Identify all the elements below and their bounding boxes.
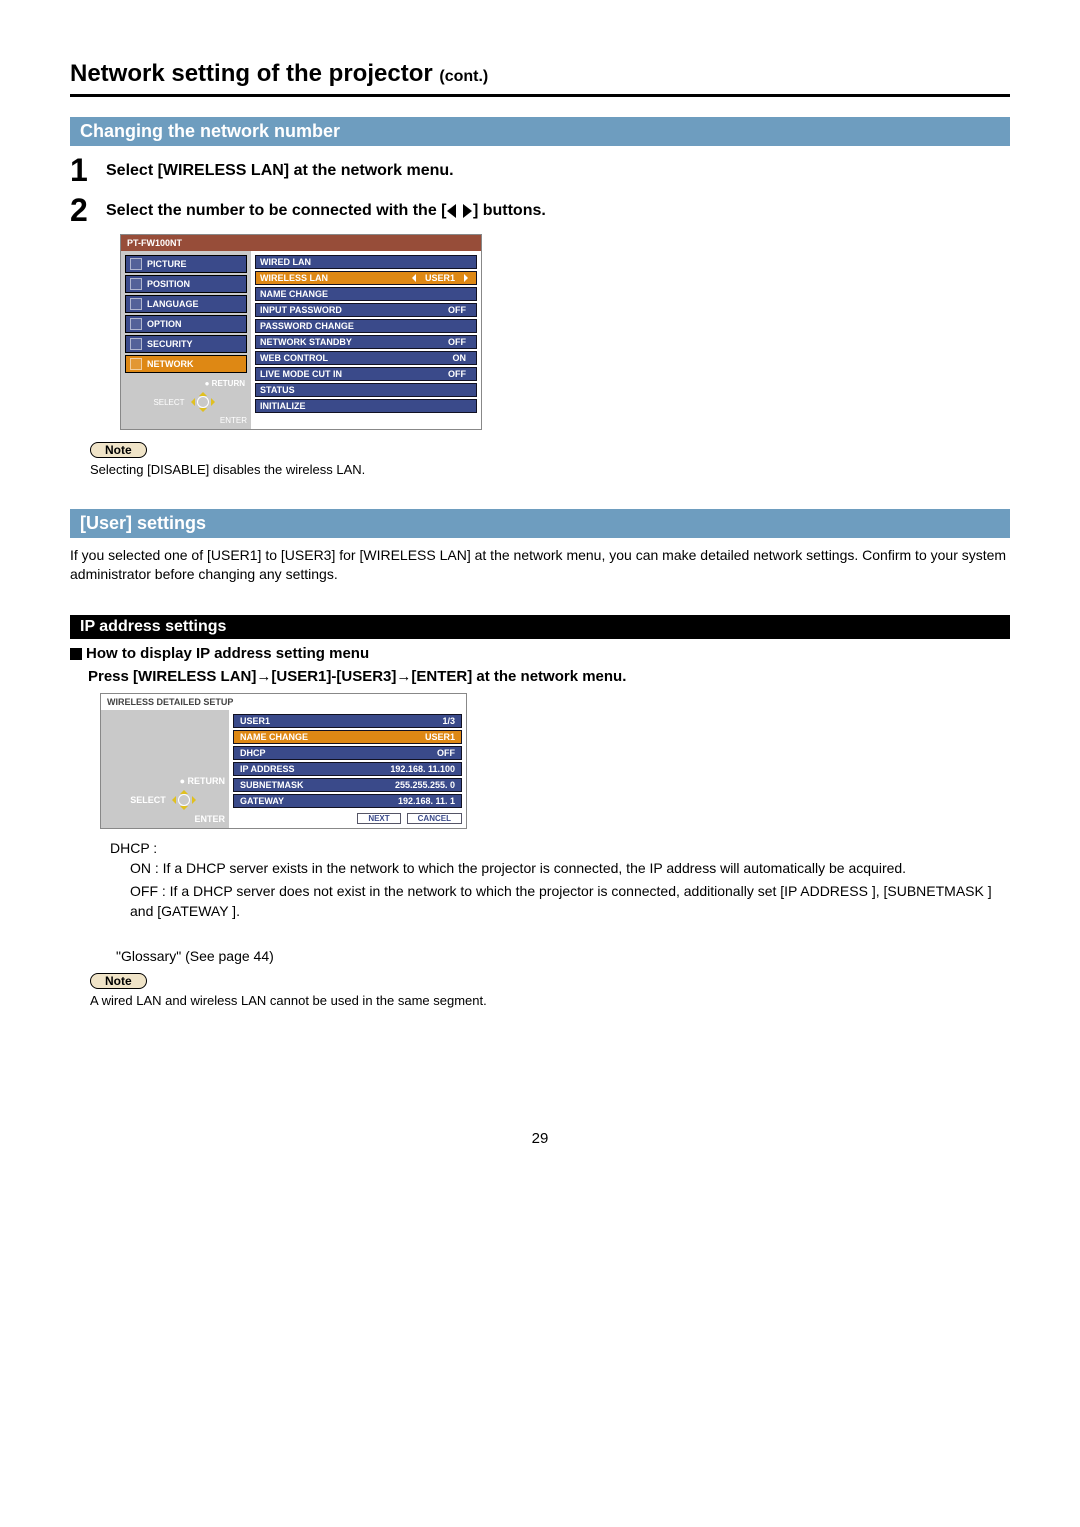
osd1-item-language: LANGUAGE [125, 295, 247, 313]
osd1-item-network: NETWORK [125, 355, 247, 373]
osd1-right-column: WIRED LAN WIRELESS LAN USER1 NAME CHANGE… [251, 251, 481, 429]
page-number: 29 [70, 1130, 1010, 1147]
ip-subhead-1: How to display IP address setting menu [70, 645, 1010, 662]
arrow-right-icon [463, 204, 472, 218]
step-2: 2 Select the number to be connected with… [70, 194, 1010, 226]
arrow-left-icon [447, 204, 456, 218]
osd2-header: USER11/3 [233, 714, 462, 728]
osd1-row-wirelesslan: WIRELESS LAN USER1 [255, 271, 477, 285]
osd1-item-position: POSITION [125, 275, 247, 293]
note-badge-2: Note [90, 973, 147, 989]
section-changing-number: Changing the network number [70, 117, 1010, 146]
osd2-cancel-button: CANCEL [407, 813, 462, 824]
osd2-next-button: NEXT [357, 813, 400, 824]
glossary-ref: "Glossary" (See page 44) [116, 947, 1010, 967]
section-ip-settings: IP address settings [70, 615, 1010, 639]
note-badge-1: Note [90, 442, 147, 458]
osd1-row-networkstandby: NETWORK STANDBYOFF [255, 335, 477, 349]
osd1-row-namechange: NAME CHANGE [255, 287, 477, 301]
osd1-row-passwordchange: PASSWORD CHANGE [255, 319, 477, 333]
osd2-title: WIRELESS DETAILED SETUP [101, 694, 466, 710]
osd1-left-column: PICTURE POSITION LANGUAGE OPTION SECURIT… [121, 251, 251, 429]
osd1-row-webcontrol: WEB CONTROLON [255, 351, 477, 365]
osd2-row-ipaddress: IP ADDRESS192.168. 11.100 [233, 762, 462, 776]
note-2-text: A wired LAN and wireless LAN cannot be u… [90, 993, 1010, 1010]
osd2-row-namechange: NAME CHANGEUSER1 [233, 730, 462, 744]
osd1-row-livemodecutin: LIVE MODE CUT INOFF [255, 367, 477, 381]
osd1-model: PT-FW100NT [121, 235, 481, 251]
step-1: 1 Select [WIRELESS LAN] at the network m… [70, 154, 1010, 186]
osd1-row-status: STATUS [255, 383, 477, 397]
osd2-right-column: USER11/3 NAME CHANGEUSER1 DHCPOFF IP ADD… [229, 710, 466, 828]
step-2-text: Select the number to be connected with t… [106, 194, 546, 220]
osd-wireless-detailed-setup: WIRELESS DETAILED SETUP ● RETURN SELECT … [100, 693, 467, 829]
osd1-row-inputpassword: INPUT PASSWORDOFF [255, 303, 477, 317]
step-1-number: 1 [70, 154, 100, 186]
ip-subhead-2: Press [WIRELESS LAN]→[USER1]-[USER3]→[EN… [88, 668, 1010, 685]
osd2-row-subnetmask: SUBNETMASK255.255.255. 0 [233, 778, 462, 792]
osd2-left-column: ● RETURN SELECT ENTER [101, 710, 229, 828]
osd2-row-dhcp: DHCPOFF [233, 746, 462, 760]
osd1-item-option: OPTION [125, 315, 247, 333]
note-1-text: Selecting [DISABLE] disables the wireles… [90, 462, 1010, 479]
osd1-item-security: SECURITY [125, 335, 247, 353]
step-1-text: Select [WIRELESS LAN] at the network men… [106, 154, 454, 180]
step-2-number: 2 [70, 194, 100, 226]
osd-arrow-right-icon [464, 274, 472, 282]
user-settings-para: If you selected one of [USER1] to [USER3… [70, 546, 1010, 585]
osd1-item-picture: PICTURE [125, 255, 247, 273]
osd1-navpad: ● RETURN SELECT ENTER [125, 379, 247, 425]
osd2-row-gateway: GATEWAY192.168. 11. 1 [233, 794, 462, 808]
osd-network-menu: PT-FW100NT PICTURE POSITION LANGUAGE OPT… [120, 234, 482, 430]
title-rule [70, 94, 1010, 97]
osd1-row-initialize: INITIALIZE [255, 399, 477, 413]
page-title: Network setting of the projector (cont.) [70, 60, 1010, 88]
osd-arrow-left-icon [408, 274, 416, 282]
osd1-row-wiredlan: WIRED LAN [255, 255, 477, 269]
square-bullet-icon [70, 648, 82, 660]
dhcp-description: DHCP : ON : If a DHCP server exists in t… [110, 839, 1010, 967]
section-user-settings: [User] settings [70, 509, 1010, 538]
